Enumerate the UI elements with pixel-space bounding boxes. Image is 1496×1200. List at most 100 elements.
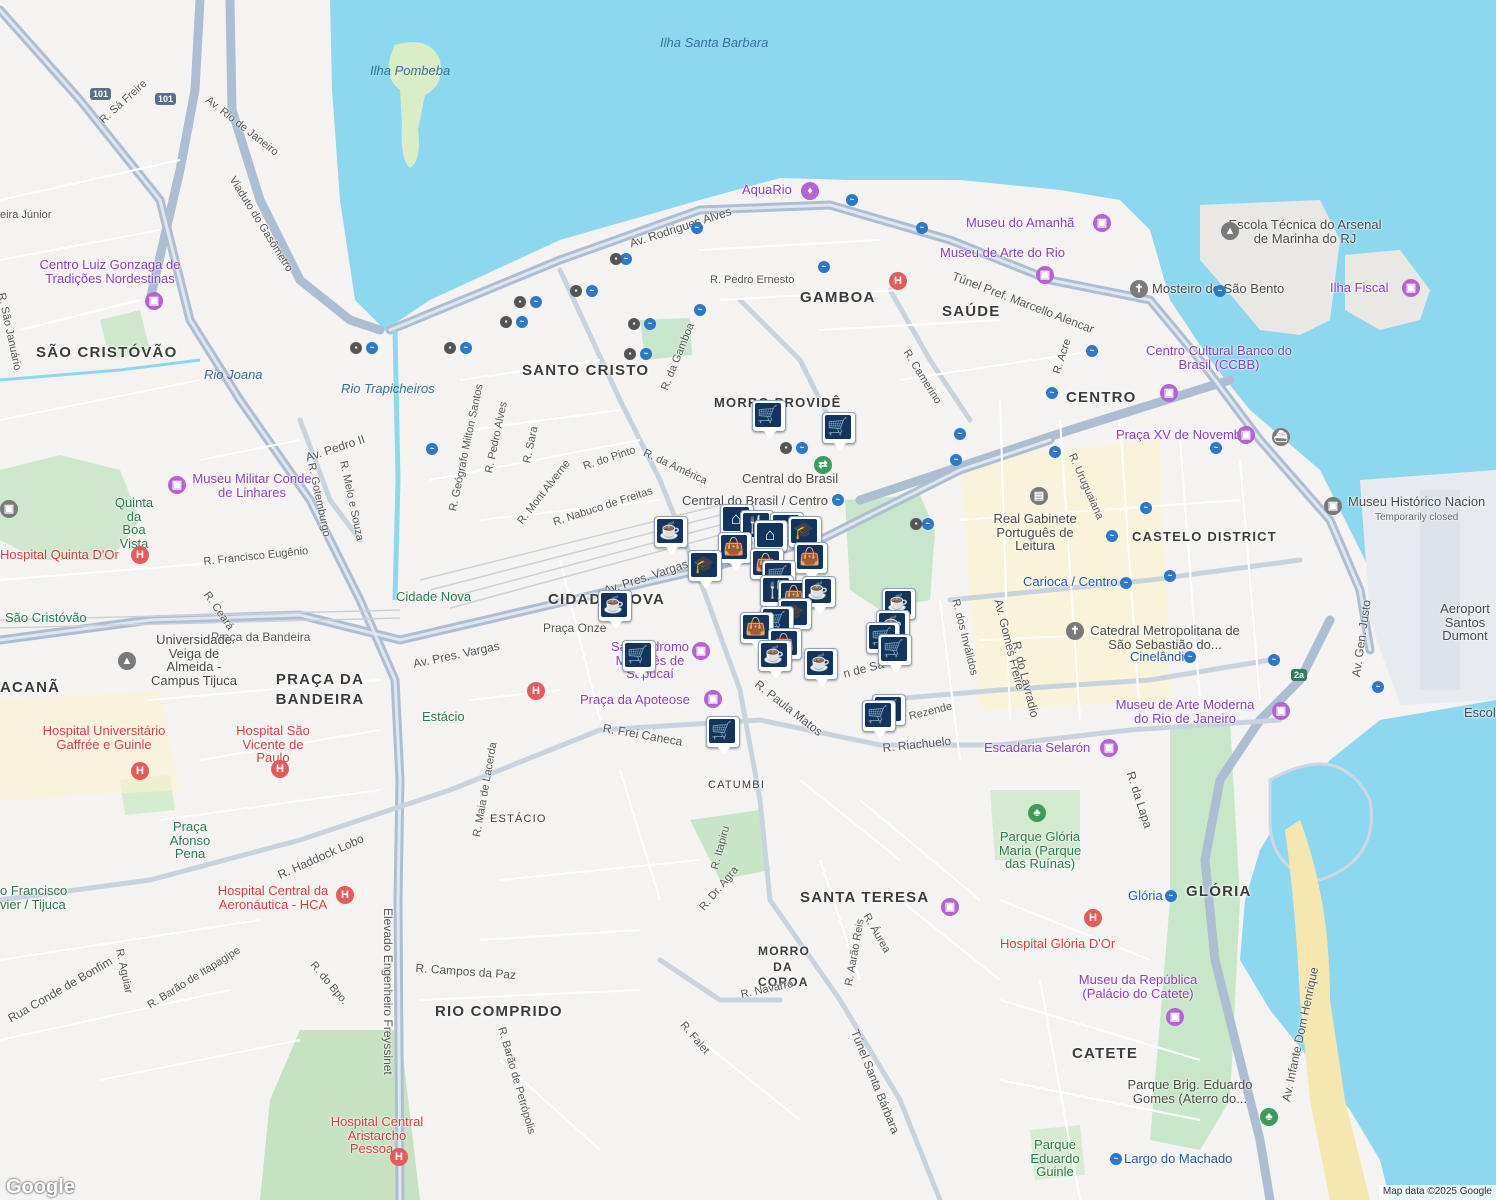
poi-label-aeroporto[interactable]: Aeroport Santos Dumont [1432, 602, 1496, 643]
museum-icon[interactable]: ▣ [1093, 214, 1111, 232]
transit-stop-icon[interactable]: ~ [954, 428, 966, 440]
grocery-pin[interactable]: 🛒 [862, 700, 896, 740]
transit-stop-icon[interactable]: ~ [1106, 530, 1118, 542]
poi-label-real-gabinete[interactable]: Real Gabinete Português de Leitura [980, 512, 1090, 553]
transit-stop-icon[interactable]: ~ [1372, 681, 1384, 693]
transit-stop-icon[interactable]: ~ [1184, 651, 1196, 663]
poi-label-museu-militar[interactable]: Museu Militar Conde de Linhares [192, 472, 312, 499]
landmark-icon[interactable]: ▣ [145, 292, 163, 310]
transit-stop-icon[interactable]: ~ [1214, 285, 1226, 297]
landmark-icon[interactable]: ▣ [941, 898, 959, 916]
poi-label-parque-brig[interactable]: Parque Brig. Eduardo Gomes (Aterro do... [1120, 1078, 1260, 1105]
poi-label-praca-afonso[interactable]: Praça Afonso Pena [160, 820, 220, 861]
transit-stop-icon[interactable]: ~ [694, 304, 706, 316]
hospital-icon[interactable]: H [390, 1148, 408, 1166]
transit-stop-icon[interactable]: ~ [530, 296, 542, 308]
school-icon[interactable]: ▲ [1221, 222, 1239, 240]
tram-icon[interactable]: ▪ [350, 342, 362, 354]
poi-label-ilha-fiscal[interactable]: Ilha Fiscal [1330, 281, 1389, 295]
museum-icon[interactable]: ▣ [1272, 702, 1290, 720]
poi-label-sao-cristovao-station[interactable]: São Cristóvão [5, 611, 87, 625]
grocery-pin[interactable]: 🛒 [622, 640, 656, 680]
poi-label-hospital-quinta[interactable]: Hospital Quinta D'Or [0, 548, 119, 562]
poi-label-escadaria[interactable]: Escadaria Selarón [984, 741, 1090, 755]
transit-stop-icon[interactable]: ~ [1120, 577, 1132, 589]
poi-label-hospital-sao-vicente[interactable]: Hospital São Vicente de Paulo [228, 724, 318, 765]
transit-stop-icon[interactable]: ~ [640, 348, 652, 360]
transit-stop-icon[interactable]: ~ [1210, 442, 1222, 454]
transit-stop-icon[interactable]: ~ [1086, 345, 1098, 357]
hospital-icon[interactable]: H [336, 886, 354, 904]
landmark-icon[interactable]: ▣ [1100, 739, 1118, 757]
landmark-icon[interactable]: ▣ [692, 642, 710, 660]
museum-icon[interactable]: ▣ [1166, 1008, 1184, 1026]
poi-label-univ-veiga[interactable]: Universidade Veiga de Almeida - Campus T… [144, 633, 244, 688]
transit-stop-icon[interactable]: ~ [366, 342, 378, 354]
transit-stop-icon[interactable]: ~ [691, 222, 703, 234]
train-station-icon[interactable]: ⇄ [814, 456, 832, 474]
transit-stop-icon[interactable]: ~ [1046, 387, 1058, 399]
transit-stop-icon[interactable]: ~ [796, 442, 808, 454]
library-icon[interactable]: ▤ [1030, 487, 1048, 505]
tram-icon[interactable]: ▪ [570, 285, 582, 297]
monastery-icon[interactable]: ✝ [1130, 280, 1148, 298]
museum-icon[interactable]: ▣ [168, 476, 186, 494]
transit-stop-icon[interactable]: ~ [916, 222, 928, 234]
poi-label-hospital-gloria[interactable]: Hospital Glória D'Or [1000, 937, 1115, 951]
poi-label-parque-guinle[interactable]: Parque Eduardo Guinle [1020, 1138, 1090, 1179]
transit-stop-icon[interactable]: ~ [426, 443, 438, 455]
museum-icon[interactable]: ▣ [1324, 497, 1342, 515]
cafe-pin[interactable]: ☕ [598, 590, 632, 630]
museum-icon[interactable]: ▣ [0, 500, 18, 518]
hospital-icon[interactable]: H [527, 682, 545, 700]
poi-label-sao-francisco[interactable]: o Francisco vier / Tijuca [0, 884, 70, 911]
transit-stop-icon[interactable]: ~ [644, 318, 656, 330]
landmark-icon[interactable]: ▣ [1237, 426, 1255, 444]
poi-label-hospital-aristarcho[interactable]: Hospital Central Aristarcho Pessoa... [322, 1115, 432, 1156]
hospital-icon[interactable]: H [889, 272, 907, 290]
tram-icon[interactable]: ▪ [444, 342, 456, 354]
poi-label-hospital-aeronautica[interactable]: Hospital Central da Aeronáutica - HCA [208, 884, 338, 911]
hospital-icon[interactable]: H [131, 762, 149, 780]
poi-label-catedral[interactable]: Catedral Metropolitana de São Sebastião … [1090, 624, 1240, 651]
poi-label-museu-amanha[interactable]: Museu do Amanhã [966, 216, 1074, 230]
cafe-pin[interactable]: ☕ [804, 648, 838, 688]
transit-stop-icon[interactable]: ~ [516, 316, 528, 328]
transit-stop-icon[interactable]: ~ [950, 454, 962, 466]
poi-label-gloria-station[interactable]: Glória [1128, 889, 1163, 903]
poi-label-parque-gloria[interactable]: Parque Glória Maria (Parque das Ruínas) [990, 830, 1090, 871]
poi-label-cinelandia[interactable]: Cinelândia [1130, 650, 1191, 664]
poi-label-estacio-station[interactable]: Estácio [422, 710, 465, 724]
transit-stop-icon[interactable]: ~ [1049, 446, 1061, 458]
landmark-icon[interactable]: ▣ [704, 690, 722, 708]
poi-label-museu-arte-rio[interactable]: Museu de Arte do Rio [940, 246, 1065, 260]
poi-label-escol[interactable]: Escol [1464, 706, 1496, 720]
ferry-icon[interactable]: ⛴ [1272, 428, 1290, 446]
poi-label-cidade-nova-station[interactable]: Cidade Nova [396, 590, 471, 604]
tram-icon[interactable]: ▪ [514, 296, 526, 308]
poi-label-carioca[interactable]: Carioca / Centro [1023, 575, 1118, 589]
transit-stop-icon[interactable]: ~ [1165, 890, 1177, 902]
poi-label-central-brasil[interactable]: Central do Brasil [742, 472, 838, 486]
cafe-pin[interactable]: ☕ [758, 640, 792, 680]
poi-label-centro-luiz[interactable]: Centro Luiz Gonzaga de Tradições Nordest… [30, 258, 190, 285]
grocery-pin[interactable]: 🛒 [706, 716, 740, 756]
poi-label-praca-xv[interactable]: Praça XV de Novembro [1116, 428, 1253, 442]
aquarium-icon[interactable]: ♦ [801, 182, 819, 200]
transit-stop-icon[interactable]: ~ [1268, 654, 1280, 666]
hospital-icon[interactable]: H [131, 546, 149, 564]
transit-stop-icon[interactable]: ~ [460, 342, 472, 354]
hospital-icon[interactable]: H [1084, 909, 1102, 927]
transit-stop-icon[interactable]: ~ [922, 518, 934, 530]
poi-label-museu-republica[interactable]: Museu da República (Palácio do Catete) [1078, 973, 1198, 1000]
transit-stop-icon[interactable]: ~ [1140, 502, 1152, 514]
transit-stop-icon[interactable]: ~ [846, 194, 858, 206]
poi-label-central-brasil-centro[interactable]: Central do Brasil / Centro [682, 494, 828, 508]
poi-label-aquario[interactable]: AquaRio [742, 183, 792, 197]
poi-label-mam[interactable]: Museu de Arte Moderna do Rio de Janeiro [1110, 698, 1260, 725]
cafe-pin[interactable]: ☕ [654, 516, 688, 556]
tram-icon[interactable]: ▪ [610, 253, 622, 265]
map-canvas[interactable]: Ilha Santa Barbara Ilha Pombeba Rio Joan… [0, 0, 1496, 1200]
grocery-pin[interactable]: 🛒 [752, 400, 786, 440]
transit-stop-icon[interactable]: ~ [1110, 1153, 1122, 1165]
